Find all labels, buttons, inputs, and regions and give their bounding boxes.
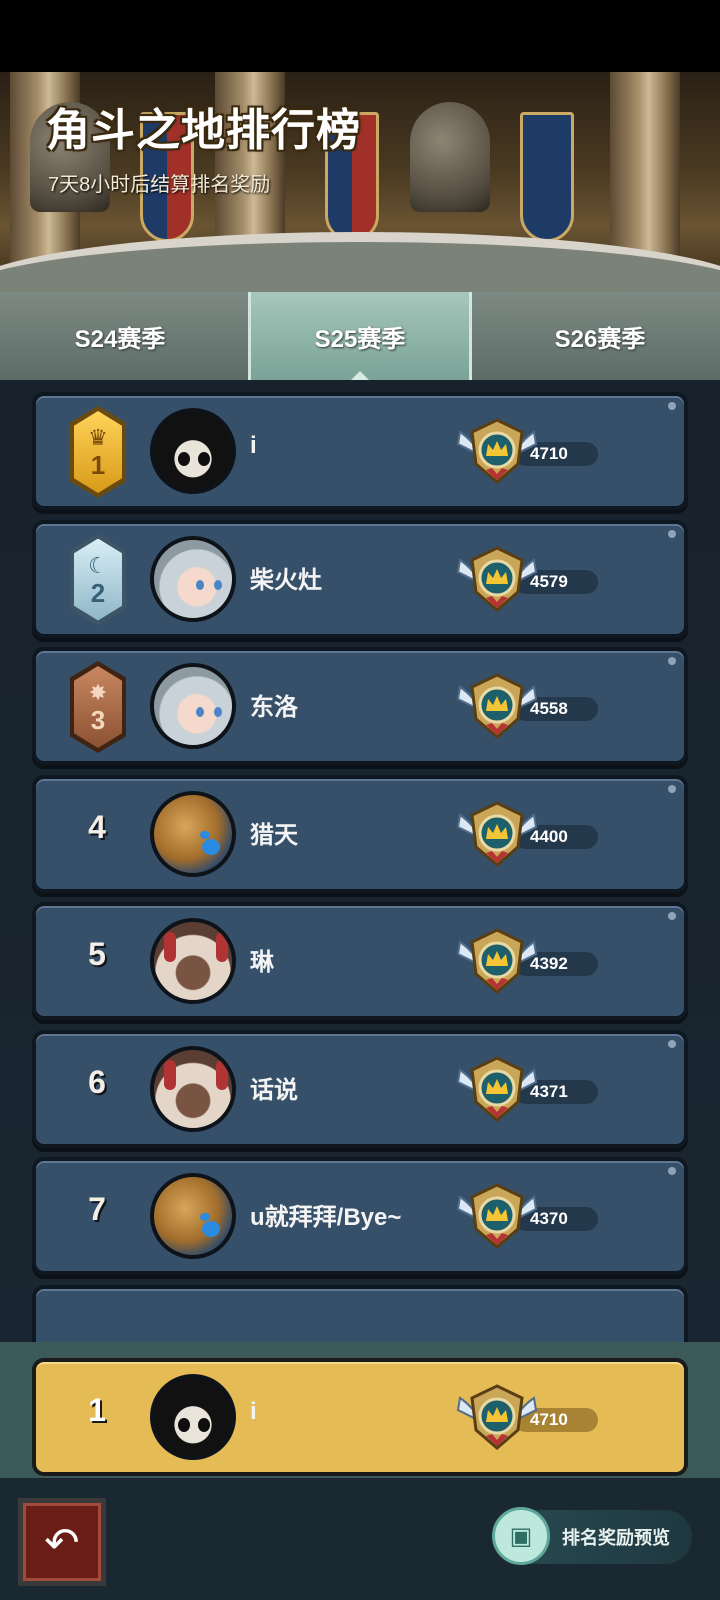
rank-number: 2	[90, 577, 106, 608]
rank-number: 7	[88, 1191, 106, 1227]
rank-gold-medal-icon: ♛ 1	[70, 406, 126, 498]
player-name: 话说	[250, 1076, 298, 1104]
ranking-row-partial[interactable]	[32, 1284, 688, 1342]
score-display: 4392	[452, 920, 628, 1000]
back-arrow-icon: ↶	[44, 1518, 80, 1566]
score-display: 4400	[452, 793, 628, 873]
tab-label: S25赛季	[314, 325, 406, 353]
rank-number: 5	[88, 936, 106, 972]
ranking-row[interactable]: ♛ 1 i 4710	[32, 392, 688, 510]
rivet-decoration	[668, 1039, 676, 1048]
tab-s25[interactable]: S25赛季	[248, 292, 472, 381]
winged-crown-emblem-icon	[456, 1384, 538, 1450]
reward-preview-label: 排名奖励预览	[562, 1528, 670, 1548]
rank-silver-medal-icon: ☾ 2	[70, 533, 126, 626]
winged-crown-emblem-icon	[456, 1183, 538, 1249]
score-display: 4579	[452, 538, 628, 618]
score-display: 4558	[452, 665, 628, 745]
page-title: 角斗之地排行榜	[46, 106, 361, 155]
rivet-decoration	[668, 402, 676, 410]
white-hair-girl-avatar[interactable]	[150, 918, 236, 1004]
reward-preview-button[interactable]: ▣ 排名奖励预览	[492, 1507, 692, 1565]
score-display: 4370	[452, 1175, 628, 1255]
status-bar	[0, 0, 720, 72]
player-name: 琳	[250, 949, 274, 976]
ranking-row[interactable]: 6 话说 4371	[32, 1029, 688, 1148]
ranking-row[interactable]: 4 猎天 4400	[32, 774, 688, 893]
shield-image	[520, 112, 574, 242]
tab-s26[interactable]: S26赛季	[480, 292, 720, 380]
header-banner: 角斗之地排行榜 7天8小时后结算排名奖励	[0, 72, 720, 292]
season-tabs: S24赛季 S25赛季 S26赛季	[0, 292, 720, 381]
player-name: u就拜拜/Bye~	[250, 1204, 402, 1231]
score-display: 4710	[452, 1376, 628, 1456]
rivet-decoration	[668, 912, 676, 920]
ranking-row[interactable]: ☾ 2 柴火灶 4579	[32, 519, 688, 638]
rank-number: 1	[88, 1392, 106, 1428]
tab-label: S24赛季	[74, 325, 166, 353]
winged-crown-emblem-icon	[456, 928, 538, 994]
ranking-row[interactable]: 5 琳 4392	[32, 902, 688, 1020]
bread-avatar[interactable]	[150, 790, 236, 877]
back-button[interactable]: ↶	[18, 1498, 106, 1586]
player-name: 猎天	[250, 821, 298, 849]
winged-crown-emblem-icon	[456, 418, 538, 484]
tab-s24[interactable]: S24赛季	[0, 292, 240, 380]
mask-avatar[interactable]	[150, 408, 236, 494]
player-name: 东洛	[250, 694, 298, 721]
tab-label: S26赛季	[554, 325, 646, 353]
player-name: i	[250, 1398, 257, 1425]
rank-number: 6	[88, 1063, 106, 1100]
rivet-decoration	[668, 657, 676, 665]
rank-bronze-medal-icon: ✸ 3	[70, 661, 126, 753]
rivet-decoration	[668, 529, 676, 538]
knight-statue-image	[410, 102, 490, 212]
silver-hair-avatar[interactable]	[150, 535, 236, 622]
rivet-decoration	[668, 784, 676, 793]
player-name: 柴火灶	[250, 566, 322, 594]
ranking-row[interactable]: 7 u就拜拜/Bye~ 4370	[32, 1157, 688, 1275]
rivet-decoration	[668, 1167, 676, 1175]
score-display: 4371	[452, 1048, 628, 1128]
ranking-list[interactable]: ♛ 1 i 4710 ☾ 2 柴火灶 4579 ✸ 3 东洛 4558 4 猎天…	[0, 380, 720, 1342]
winged-crown-emblem-icon	[456, 800, 538, 867]
winged-crown-emblem-icon	[456, 545, 538, 612]
settlement-countdown: 7天8小时后结算排名奖励	[48, 174, 271, 196]
winged-crown-emblem-icon	[456, 1055, 538, 1122]
white-hair-girl-avatar[interactable]	[150, 1045, 236, 1132]
my-rank-row[interactable]: 1 i 4710	[32, 1358, 688, 1476]
winged-crown-emblem-icon	[456, 673, 538, 739]
rank-number: 4	[88, 808, 106, 845]
rank-number: 3	[90, 705, 106, 735]
footer-bar: ↶ ▣ 排名奖励预览	[0, 1478, 720, 1600]
reward-chest-icon: ▣	[492, 1507, 550, 1565]
bread-avatar[interactable]	[150, 1173, 236, 1259]
ranking-row[interactable]: ✸ 3 东洛 4558	[32, 647, 688, 765]
rank-number: 1	[90, 450, 106, 480]
my-rank-section: 1 i 4710	[0, 1342, 720, 1478]
mask-avatar[interactable]	[150, 1374, 236, 1460]
score-display: 4710	[452, 410, 628, 490]
player-name: i	[250, 432, 257, 459]
silver-hair-avatar[interactable]	[150, 663, 236, 749]
